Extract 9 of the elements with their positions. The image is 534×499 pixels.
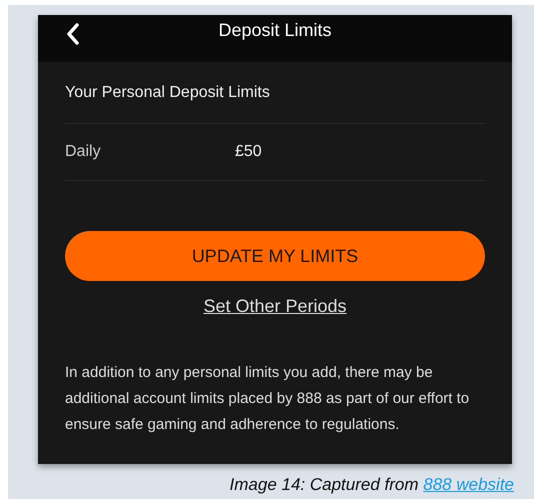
limit-period: Daily [65, 142, 102, 162]
set-other-periods-link[interactable]: Set Other Periods [203, 293, 347, 320]
limit-amount: £50 [235, 142, 262, 162]
back-icon[interactable] [65, 21, 81, 47]
limits-note: In addition to any personal limits you add, there may be additional account limits placed by 888 as part of our effort to ensure safe gaming and adherence to regulations. [65, 363, 470, 435]
caption-text: Image 14: Captured from [230, 474, 420, 496]
header-title: Deposit Limits [218, 19, 332, 42]
update-limits-button[interactable]: UPDATE MY LIMITS [65, 231, 485, 281]
section-title: Your Personal Deposit Limits [65, 82, 270, 102]
